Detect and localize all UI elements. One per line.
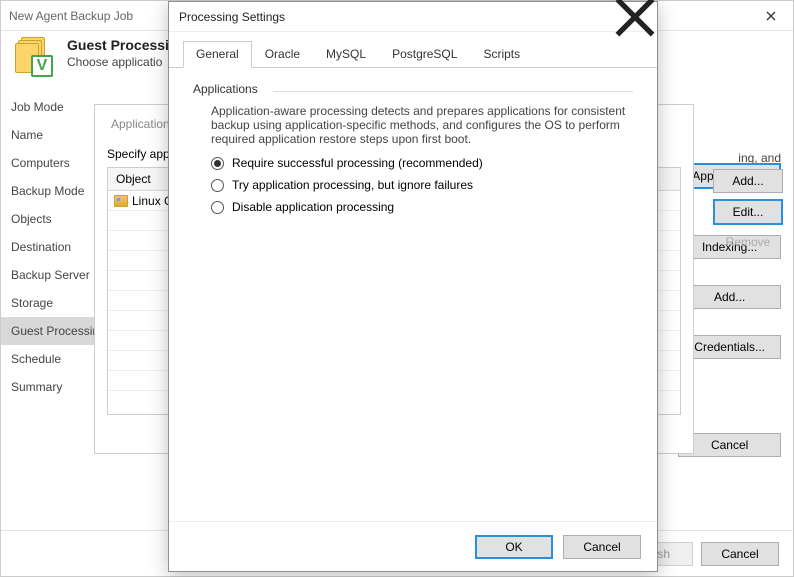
dialog-cancel-button[interactable]: Cancel xyxy=(563,535,641,559)
radio-label: Try application processing, but ignore f… xyxy=(232,178,473,192)
dialog-close-button[interactable] xyxy=(613,2,657,32)
radio-require-success[interactable]: Require successful processing (recommend… xyxy=(211,156,633,170)
step-backup-mode[interactable]: Backup Mode xyxy=(1,177,101,205)
wizard-title: New Agent Backup Job xyxy=(9,9,133,23)
radio-label: Disable application processing xyxy=(232,200,394,214)
step-name[interactable]: Name xyxy=(1,121,101,149)
step-summary[interactable]: Summary xyxy=(1,373,101,401)
row-label: Linux C xyxy=(132,194,173,208)
step-objects[interactable]: Objects xyxy=(1,205,101,233)
tab-mysql[interactable]: MySQL xyxy=(313,41,379,68)
processing-settings-dialog: Processing Settings General Oracle MySQL… xyxy=(168,1,658,572)
tab-scripts[interactable]: Scripts xyxy=(470,41,533,68)
close-icon xyxy=(766,11,776,21)
dialog-titlebar: Processing Settings xyxy=(169,2,657,32)
close-icon xyxy=(613,0,657,39)
step-backup-server[interactable]: Backup Server xyxy=(1,261,101,289)
dialog-title: Processing Settings xyxy=(179,10,285,24)
step-job-mode[interactable]: Job Mode xyxy=(1,93,101,121)
dialog-footer: OK Cancel xyxy=(169,521,657,571)
tab-general[interactable]: General xyxy=(183,41,252,68)
ok-button[interactable]: OK xyxy=(475,535,553,559)
wizard-cancel-button[interactable]: Cancel xyxy=(701,542,779,566)
applications-group-label: Applications xyxy=(193,82,633,96)
wizard-header-icon: V xyxy=(15,37,57,79)
dialog-tabs: General Oracle MySQL PostgreSQL Scripts xyxy=(169,32,657,68)
applications-description: Application-aware processing detects and… xyxy=(193,100,633,156)
radio-icon xyxy=(211,179,224,192)
step-guest-processing[interactable]: Guest Processing xyxy=(1,317,101,345)
step-storage[interactable]: Storage xyxy=(1,289,101,317)
radio-ignore-failures[interactable]: Try application processing, but ignore f… xyxy=(211,178,633,192)
tab-oracle[interactable]: Oracle xyxy=(252,41,313,68)
aaip-remove-button: Remove xyxy=(713,231,783,253)
radio-disable[interactable]: Disable application processing xyxy=(211,200,633,214)
aaip-side-buttons: Add... Edit... Remove xyxy=(713,169,783,253)
step-destination[interactable]: Destination xyxy=(1,233,101,261)
aaip-edit-button[interactable]: Edit... xyxy=(713,199,783,225)
radio-icon xyxy=(211,201,224,214)
dialog-body: Applications Application-aware processin… xyxy=(169,68,657,224)
computer-icon xyxy=(114,195,128,207)
tab-postgresql[interactable]: PostgreSQL xyxy=(379,41,470,68)
step-computers[interactable]: Computers xyxy=(1,149,101,177)
processing-radio-group: Require successful processing (recommend… xyxy=(193,156,633,214)
aaip-add-button[interactable]: Add... xyxy=(713,169,783,193)
radio-icon xyxy=(211,157,224,170)
agent-badge-icon: V xyxy=(31,55,53,77)
wizard-close-button[interactable] xyxy=(749,1,793,31)
step-schedule[interactable]: Schedule xyxy=(1,345,101,373)
radio-label: Require successful processing (recommend… xyxy=(232,156,483,170)
wizard-steps: Job Mode Name Computers Backup Mode Obje… xyxy=(1,89,101,544)
